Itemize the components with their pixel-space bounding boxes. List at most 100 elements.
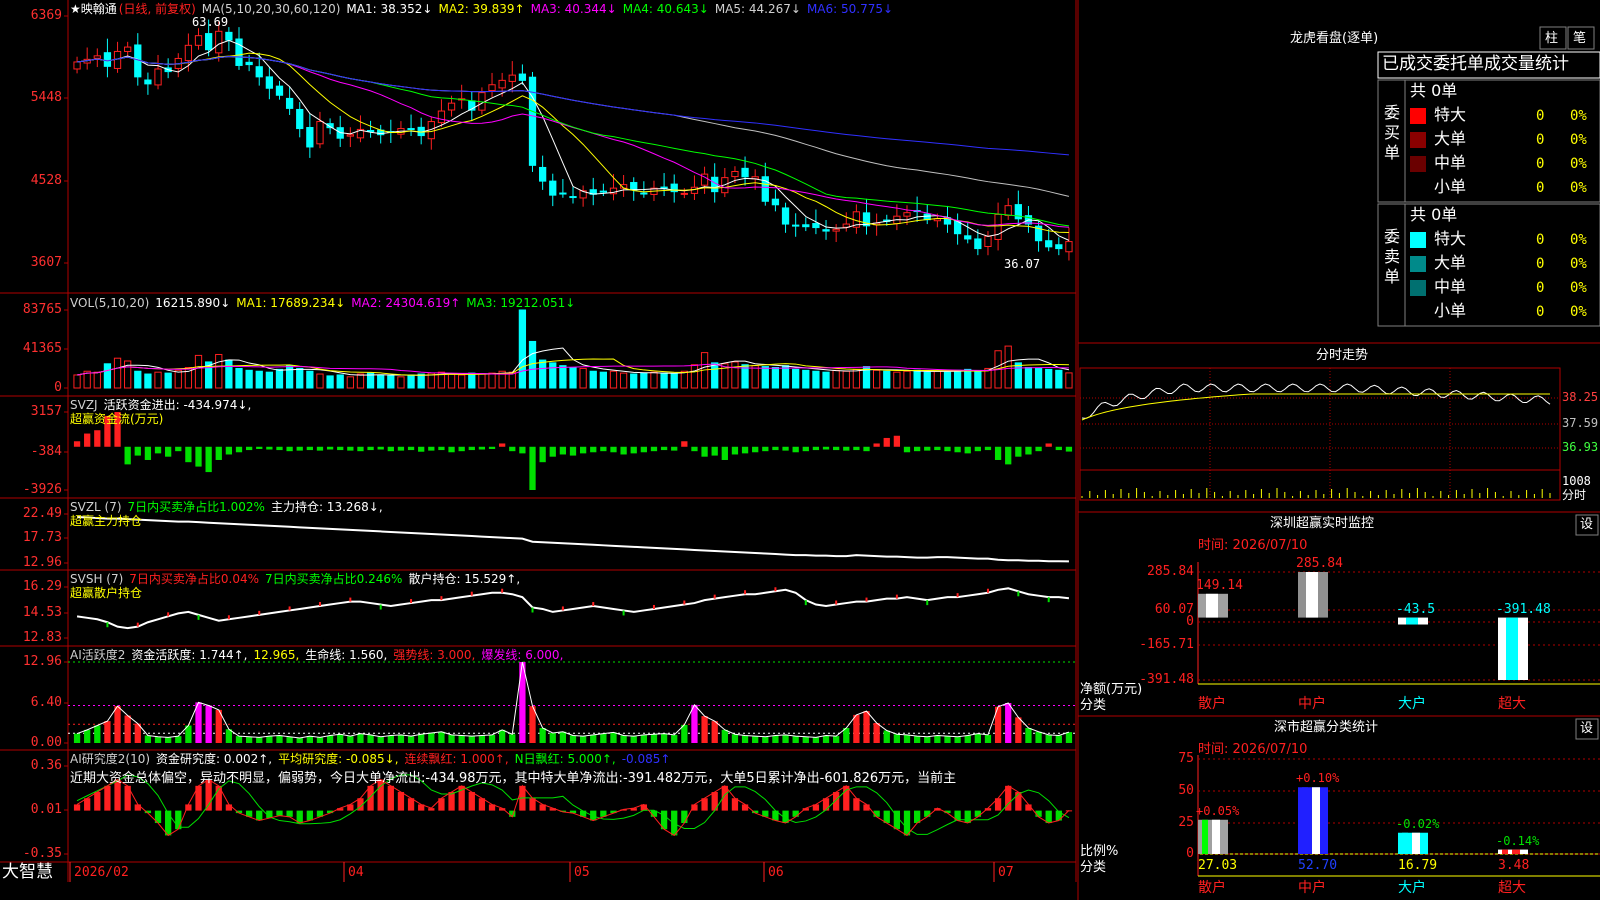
sell-group-row-value: 0	[1536, 232, 1545, 248]
candle-body	[265, 76, 274, 89]
min-price-label: 36.07	[1004, 257, 1041, 271]
volume-bar	[113, 357, 122, 389]
flow-bar	[1005, 446, 1012, 465]
activity-bar	[549, 733, 556, 743]
monitor-bar-highlight	[1206, 593, 1218, 618]
active-legend-2: 12.965,	[253, 648, 300, 662]
activity-bar	[721, 729, 728, 743]
candle-body	[1004, 205, 1012, 216]
research-bar	[104, 785, 111, 811]
flow-bar	[792, 446, 799, 453]
sell-group-count: 共 0单	[1410, 205, 1458, 224]
svzl-axis-tick: 12.96	[22, 555, 62, 570]
flow-bar	[124, 446, 131, 465]
svzj-legend-1: 活跃资金进出: -434.974↓,	[103, 398, 252, 412]
flow-bar	[418, 446, 425, 452]
classify-cat-label: 分类	[1080, 860, 1107, 875]
classify-time: 时间: 2026/07/10	[1198, 742, 1308, 757]
classify-setting-button[interactable]: 设	[1580, 721, 1593, 736]
classify-bar-highlight	[1512, 849, 1520, 854]
buy-group-row-name: 特大	[1434, 105, 1467, 124]
monitor-time: 时间: 2026/07/10	[1198, 538, 1308, 553]
monitor-setting-button[interactable]: 设	[1580, 517, 1593, 532]
research-bar	[387, 785, 394, 811]
activity-bar	[620, 735, 627, 743]
activity-bar	[205, 705, 212, 743]
svsh-legend-1: 7日内买卖净占比0.04%	[129, 572, 260, 586]
candle-body	[235, 38, 243, 66]
volume-bar	[377, 374, 385, 389]
research-bar	[924, 810, 931, 817]
flow-bar	[549, 446, 556, 457]
candle-body	[113, 50, 122, 69]
volume-bar	[73, 374, 81, 389]
sell-group-label-char: 卖	[1384, 247, 1400, 266]
flow-bar	[974, 446, 981, 452]
flow-bar	[276, 446, 283, 451]
flow-bar	[286, 446, 293, 452]
classify-category: 中户	[1298, 880, 1326, 896]
candle-body	[832, 228, 840, 232]
activity-bar	[397, 734, 405, 743]
activity-bar	[1055, 735, 1062, 743]
activity-bar	[276, 735, 283, 743]
header-button-0[interactable]: 柱	[1545, 31, 1558, 46]
candle-body	[964, 235, 972, 240]
flow-bar	[165, 446, 172, 457]
sell-group-row-pct: 0%	[1570, 232, 1587, 248]
volume-bar	[579, 367, 587, 389]
candle-body	[306, 127, 314, 148]
brand-logo: 大智慧	[2, 862, 53, 882]
activity-bar	[903, 734, 911, 743]
header-button-1[interactable]: 笔	[1573, 31, 1586, 46]
activity-bar	[1015, 717, 1022, 743]
svzj-legend-0: SVZJ	[70, 398, 98, 412]
flow-bar	[630, 446, 637, 454]
buy-group-row-value: 0	[1536, 132, 1545, 148]
candle-body	[569, 196, 577, 199]
intraday-vol-tick-label: 1008	[1562, 474, 1591, 488]
candle-body	[771, 198, 780, 206]
monitor-title: 深圳超赢实时监控	[1270, 516, 1375, 531]
intraday-title: 分时走势	[1316, 348, 1369, 363]
flow-bar	[671, 446, 678, 451]
candle-body	[275, 85, 284, 96]
activity-bar	[316, 737, 324, 743]
research-legend-4: N日飘红: 5.000↑,	[514, 752, 616, 766]
flow-bar	[175, 446, 182, 452]
flow-bar	[984, 446, 992, 451]
candle-body	[680, 192, 688, 195]
activity-bar	[266, 736, 273, 743]
volume-bar	[447, 373, 456, 389]
activity-bar	[913, 736, 921, 743]
buy-group-row-name: 中单	[1434, 153, 1467, 172]
svzl-legend-0: SVZL (7)	[70, 500, 122, 514]
candle-body	[296, 108, 304, 130]
flow-bar	[944, 446, 951, 452]
volume-bar	[589, 370, 597, 389]
volume-bar	[964, 368, 972, 389]
activity-bar	[418, 734, 425, 743]
candle-body	[488, 84, 496, 92]
classify-title: 深市超赢分类统计	[1274, 720, 1379, 735]
buy-group-label-char: 买	[1384, 123, 1400, 142]
flow-bar	[883, 437, 890, 447]
candle-body	[1045, 240, 1053, 248]
flow-bar	[306, 446, 313, 451]
candle-body	[1055, 244, 1063, 250]
volume-bar	[802, 369, 810, 389]
activity-bar	[853, 714, 860, 743]
activity-bar	[883, 730, 890, 743]
sell-group-label-char: 委	[1384, 227, 1400, 246]
volume-bar	[407, 374, 415, 389]
volume-bar	[933, 370, 942, 389]
flow-bar	[590, 446, 597, 453]
volume-bar	[174, 369, 182, 389]
activity-bar	[691, 704, 698, 743]
vol-legend-3: MA2: 24304.619↑	[351, 296, 461, 310]
flow-bar	[1035, 446, 1042, 452]
volume-bar	[903, 370, 911, 389]
volume-bar	[1034, 367, 1043, 389]
monitor-bar-label: 285.84	[1296, 556, 1343, 571]
flow-bar	[428, 446, 435, 451]
